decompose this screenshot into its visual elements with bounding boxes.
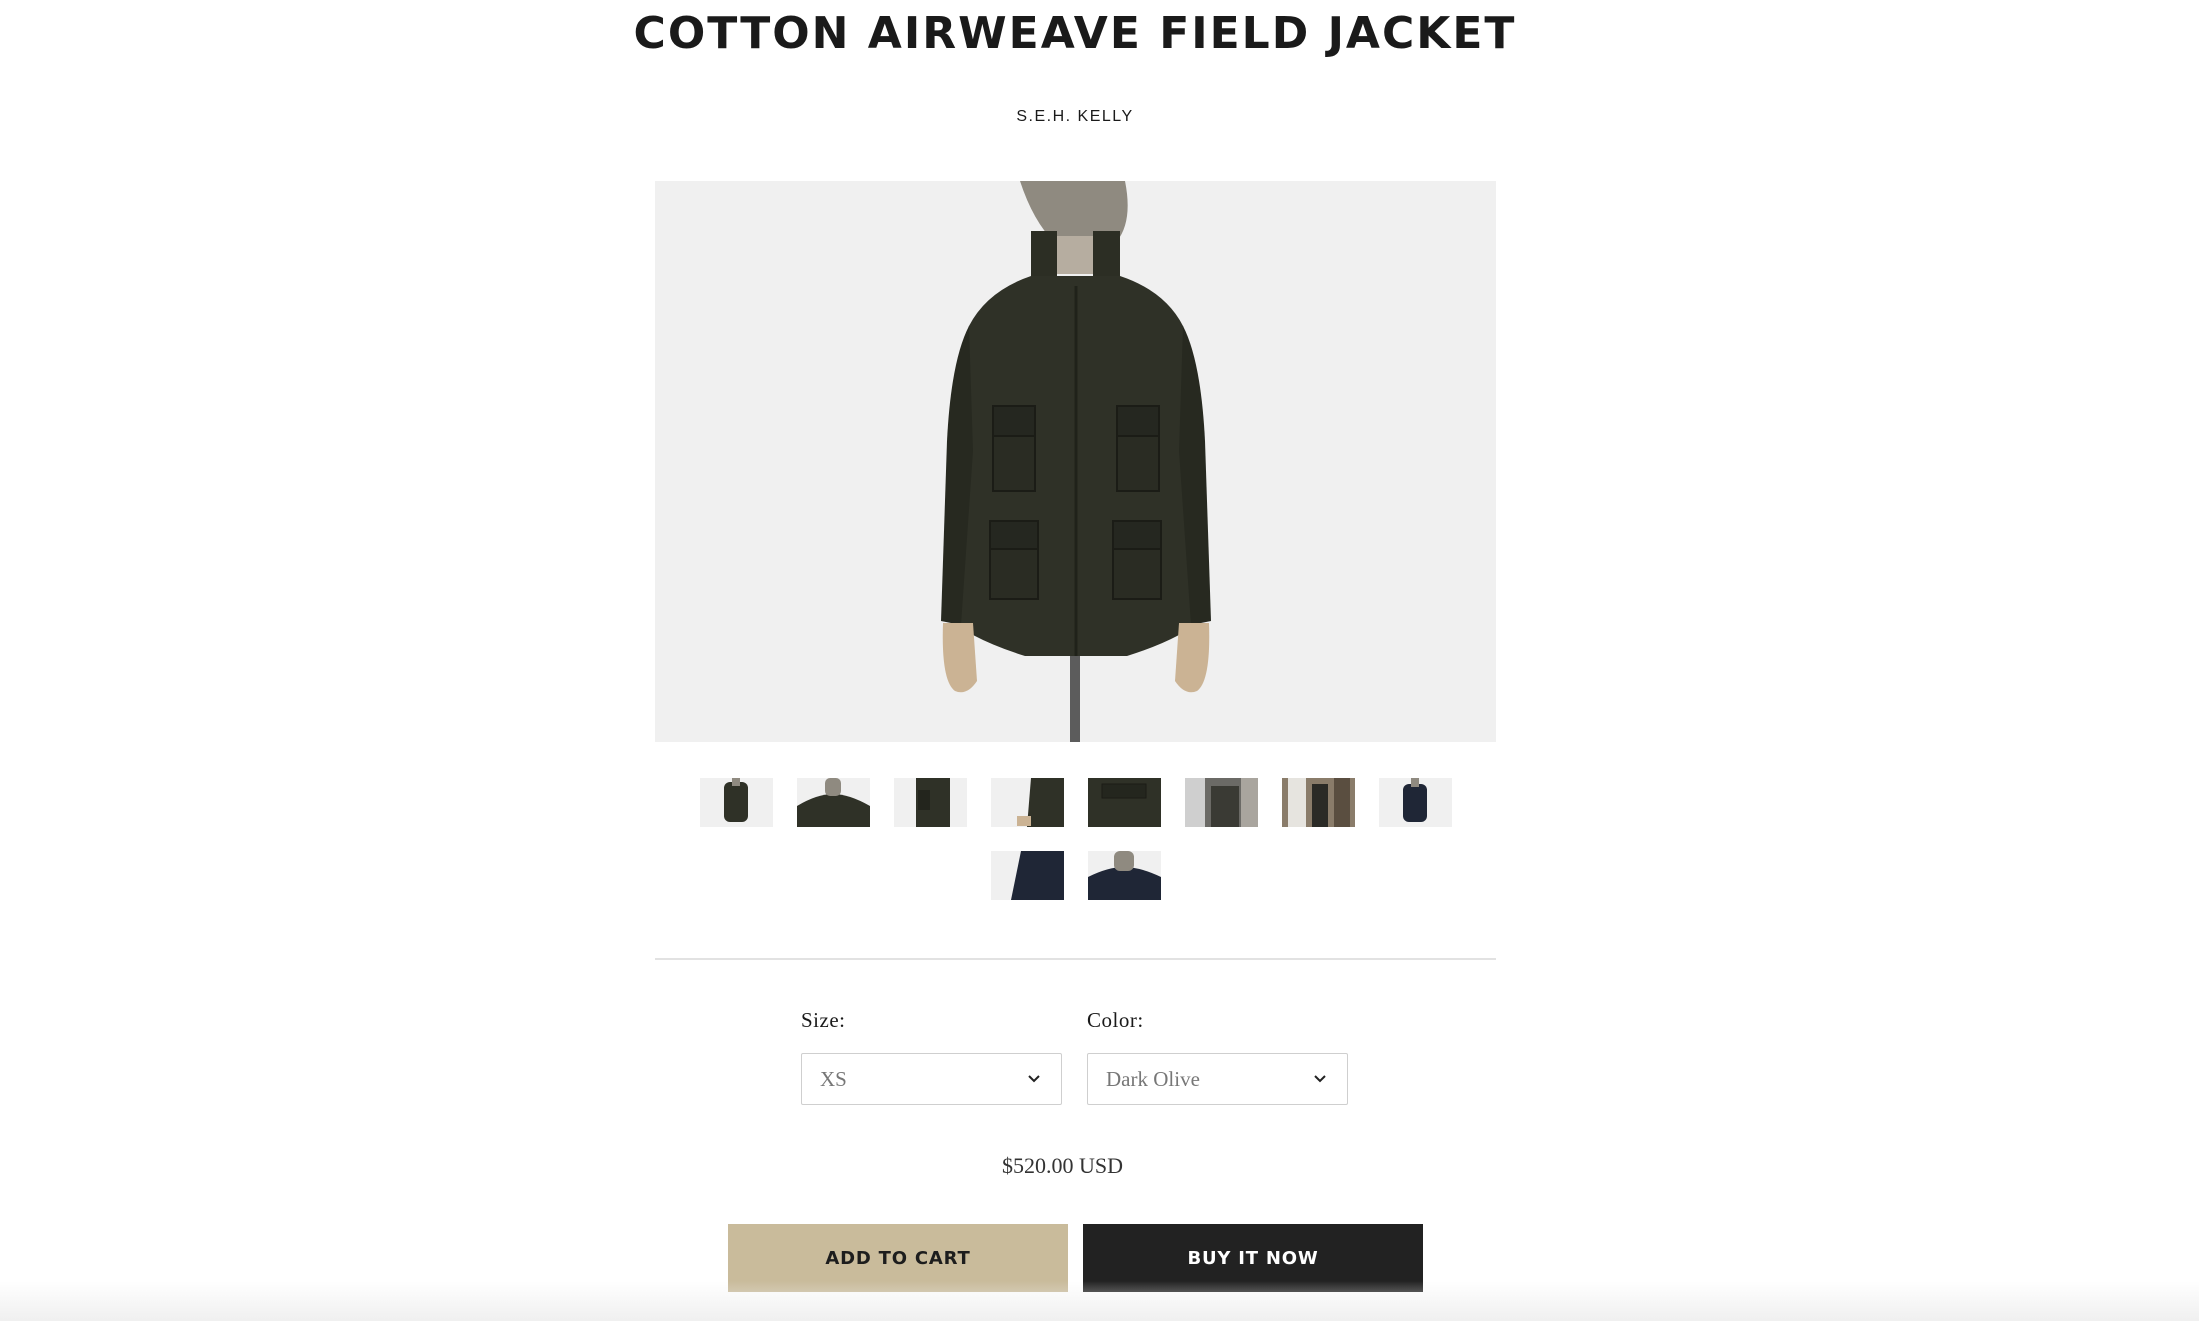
thumbnail-7[interactable] bbox=[1282, 778, 1355, 827]
thumbnail-10[interactable] bbox=[1088, 851, 1161, 900]
thumbnail-5[interactable] bbox=[1088, 778, 1161, 827]
chevron-down-icon bbox=[1314, 1075, 1326, 1083]
product-main-image[interactable] bbox=[655, 181, 1496, 742]
color-select[interactable]: Dark Olive bbox=[1087, 1053, 1348, 1105]
color-label: Color: bbox=[1087, 1008, 1144, 1032]
thumbnail-1[interactable] bbox=[700, 778, 773, 827]
thumbnail-gallery bbox=[655, 778, 1496, 903]
color-selected-value: Dark Olive bbox=[1106, 1067, 1200, 1091]
thumbnail-3[interactable] bbox=[894, 778, 967, 827]
size-selected-value: XS bbox=[820, 1067, 847, 1091]
size-select[interactable]: XS bbox=[801, 1053, 1062, 1105]
thumbnail-8[interactable] bbox=[1379, 778, 1452, 827]
thumbnail-2[interactable] bbox=[797, 778, 870, 827]
thumbnail-4[interactable] bbox=[991, 778, 1064, 827]
thumbnail-6[interactable] bbox=[1185, 778, 1258, 827]
product-vendor[interactable]: S.E.H. KELLY bbox=[0, 108, 2150, 126]
size-label: Size: bbox=[801, 1008, 846, 1032]
bottom-fade bbox=[0, 1281, 2199, 1321]
thumbnail-9[interactable] bbox=[991, 851, 1064, 900]
jacket-illustration bbox=[655, 181, 1496, 742]
section-divider bbox=[655, 958, 1496, 960]
chevron-down-icon bbox=[1028, 1075, 1040, 1083]
product-title: COTTON AIRWEAVE FIELD JACKET bbox=[633, 8, 1517, 59]
product-price: $520.00 USD bbox=[1001, 1153, 1123, 1178]
